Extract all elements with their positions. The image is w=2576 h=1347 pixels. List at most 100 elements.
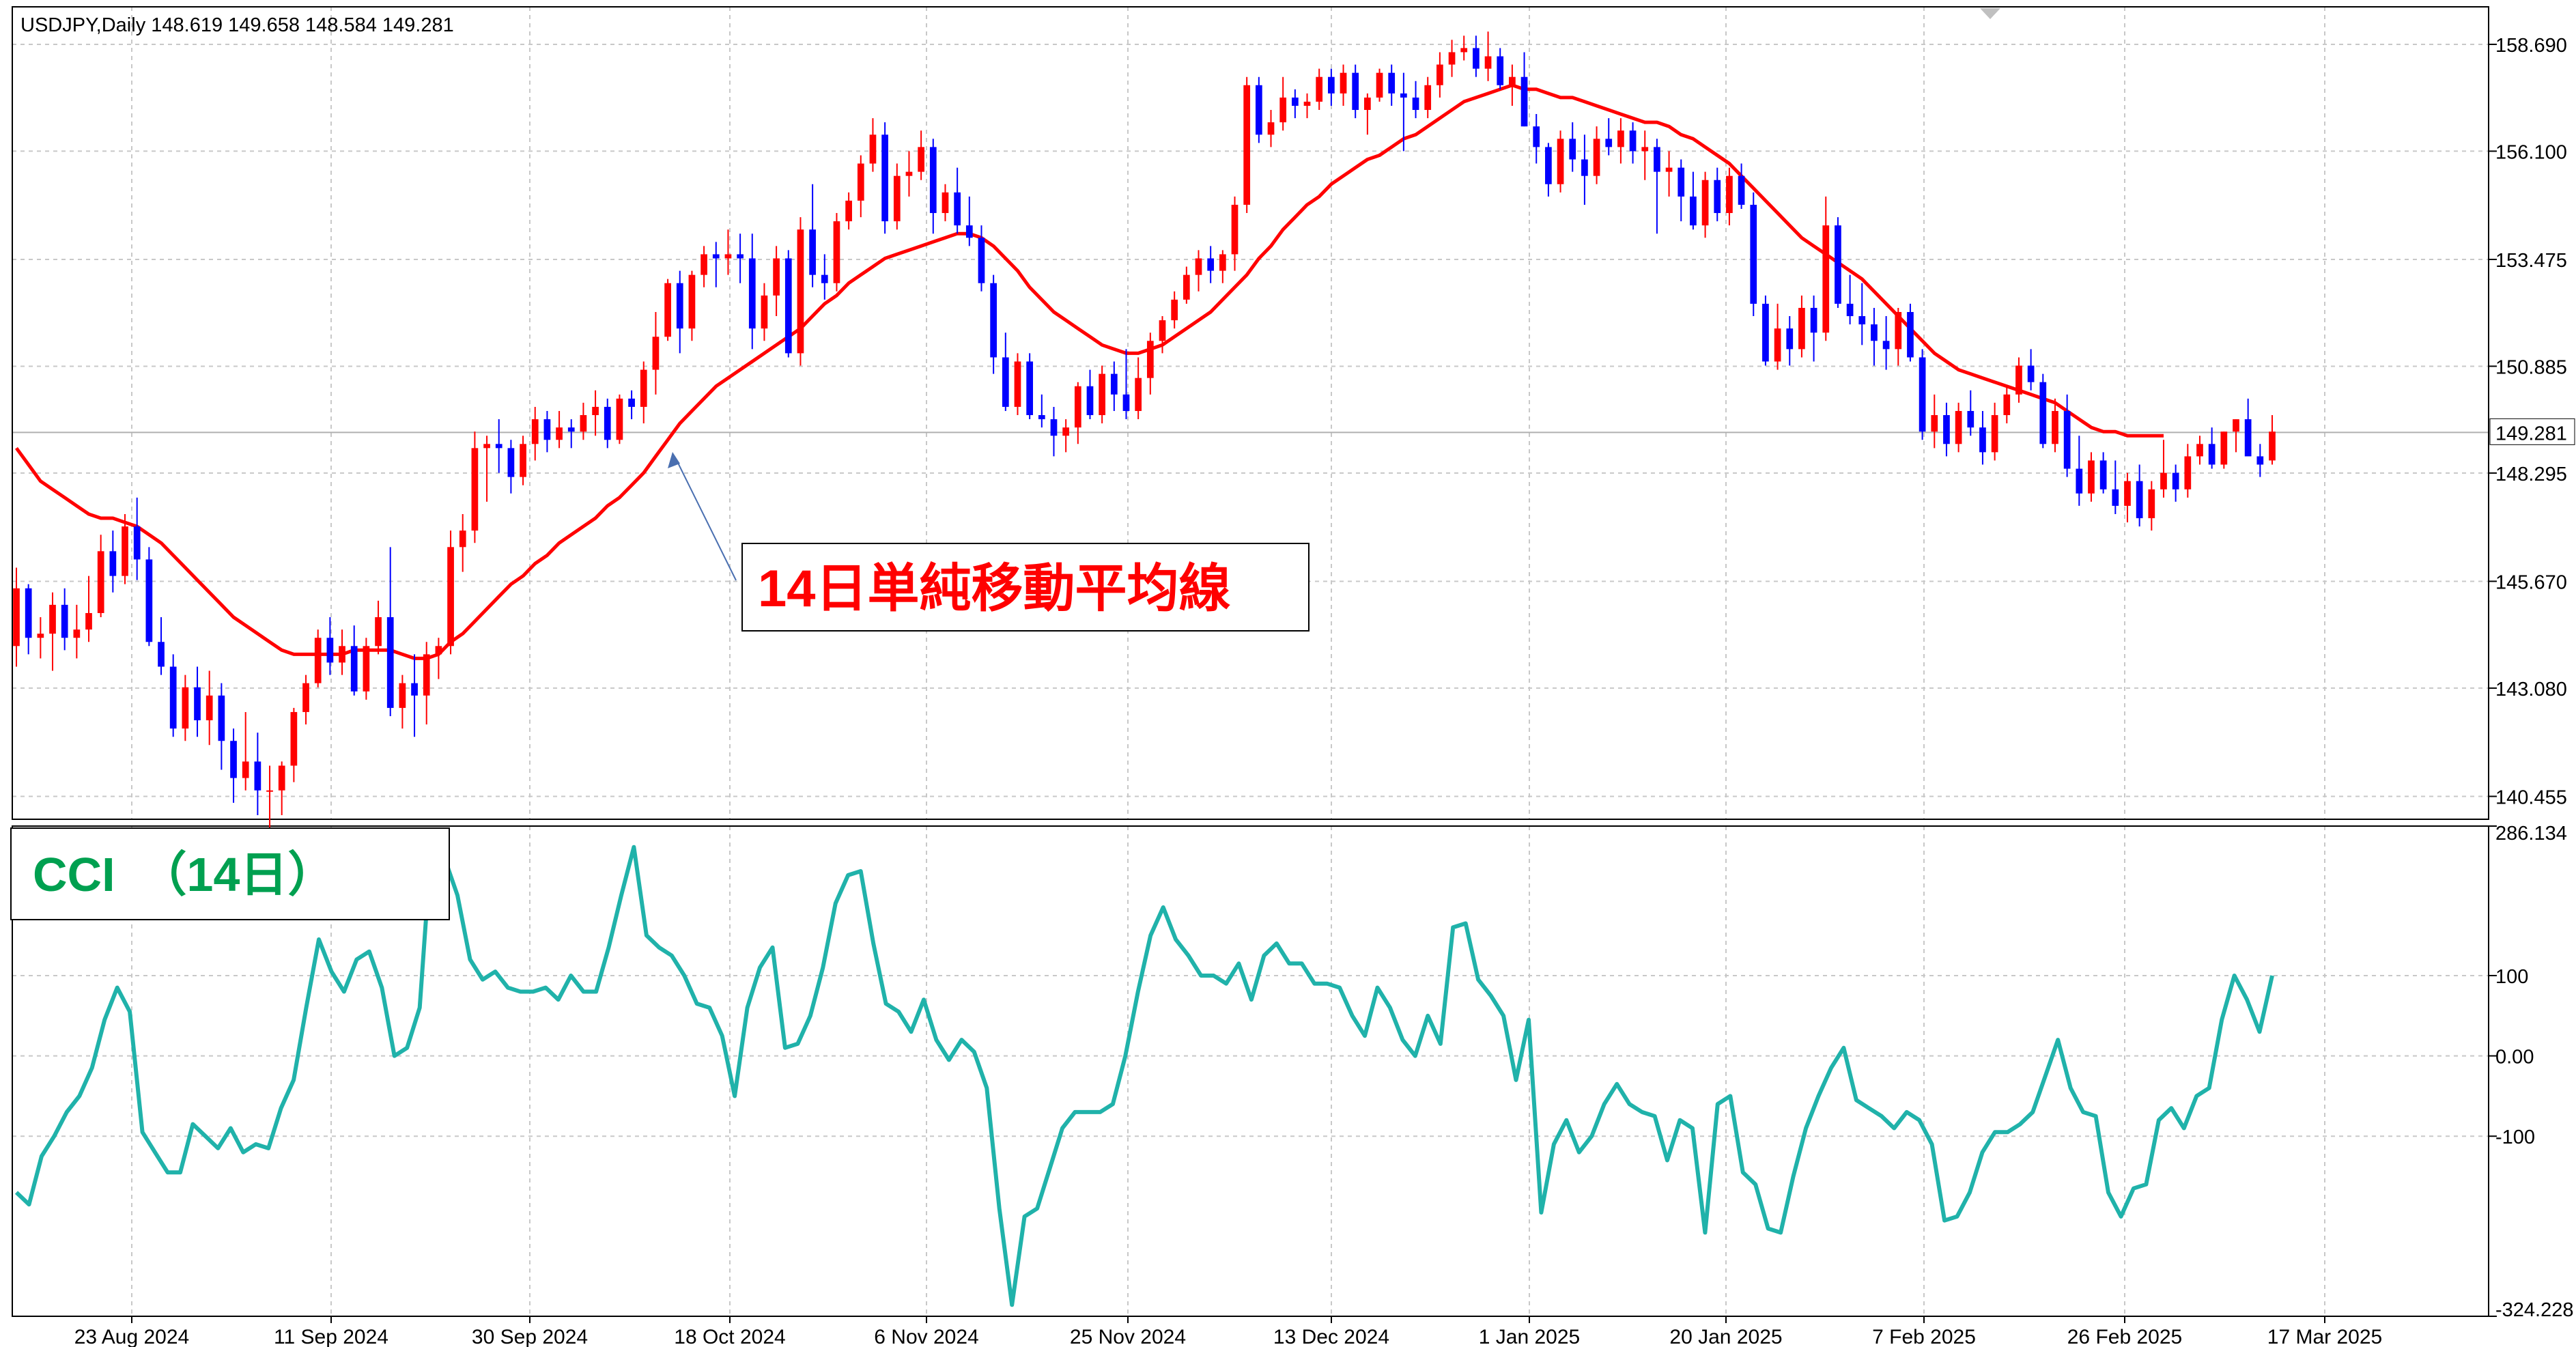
price-tick-label: 153.475	[2495, 250, 2567, 272]
candle-body	[809, 229, 816, 275]
candle-body	[2172, 472, 2179, 490]
candle-body	[435, 646, 442, 655]
candle-body	[73, 629, 81, 638]
candle-body	[965, 225, 973, 238]
candle-body	[1099, 373, 1106, 416]
price-tick-label: 143.080	[2495, 679, 2567, 700]
candle-body	[1014, 361, 1021, 407]
candle-body	[483, 444, 490, 449]
candle-body	[628, 398, 635, 407]
candle-body	[1352, 72, 1359, 111]
date-tick-label: 30 Sep 2024	[472, 1326, 588, 1347]
annotation-arrow-icon	[668, 452, 680, 468]
candle-body	[2099, 460, 2107, 490]
candle-body	[1183, 274, 1190, 300]
candle-body	[507, 448, 515, 477]
candle-body	[1219, 254, 1226, 271]
candle-body	[1086, 386, 1094, 416]
candle-body	[1026, 361, 1034, 416]
candle-body	[905, 171, 913, 176]
candle-body	[2027, 365, 2035, 382]
candle-body	[1701, 180, 1709, 226]
candle-body	[761, 295, 768, 329]
candle-body	[821, 274, 828, 283]
candle-body	[1919, 357, 1926, 432]
candle-body	[471, 448, 479, 531]
candle-body	[869, 134, 877, 164]
candle-body	[158, 642, 165, 667]
candle-body	[1943, 415, 1950, 444]
cci-tick-label: 0.00	[2495, 1047, 2534, 1068]
candle-body	[616, 398, 623, 440]
text-layer: USDJPY,Daily 148.619 149.658 148.584 149…	[10, 14, 1310, 920]
candle-body	[531, 419, 539, 444]
candle-body	[1195, 258, 1202, 275]
candle-body	[978, 238, 985, 283]
candle-body	[520, 444, 526, 477]
candle-body	[1412, 97, 1419, 111]
price-tick-label: 150.885	[2495, 356, 2567, 378]
date-tick-label: 13 Dec 2024	[1273, 1326, 1389, 1347]
candle-body	[2076, 468, 2083, 494]
candle-body	[2256, 456, 2264, 465]
candle-body	[2003, 394, 2011, 416]
candle-body	[1907, 312, 1914, 358]
candle-body	[580, 415, 587, 432]
candle-body	[218, 695, 225, 741]
candle-body	[1979, 427, 1986, 453]
candle-body	[290, 711, 298, 766]
candle-body	[1882, 341, 1890, 350]
candle-body	[1629, 130, 1637, 152]
candle-body	[447, 547, 454, 647]
price-tick-label: 158.690	[2495, 35, 2567, 57]
candle-body	[1436, 64, 1443, 85]
candle-body	[350, 646, 358, 692]
date-tick-label: 7 Feb 2025	[1872, 1326, 1976, 1347]
candle-body	[399, 683, 406, 708]
candle-body	[592, 406, 599, 416]
candle-body	[604, 406, 611, 440]
candle-body	[1557, 139, 1564, 184]
candle-body	[1786, 328, 1794, 350]
candle-body	[122, 526, 128, 576]
candle-body	[1062, 427, 1070, 436]
candle-body	[2208, 444, 2216, 465]
symbol-header: USDJPY,Daily 148.619 149.658 148.584 149…	[20, 14, 454, 36]
candle-body	[206, 695, 213, 721]
candle-body	[242, 761, 249, 778]
candle-body	[1835, 225, 1841, 304]
candle-body	[2184, 456, 2192, 490]
candle-body	[2244, 419, 2252, 457]
candle-body	[954, 192, 961, 226]
price-tick-label: 148.295	[2495, 464, 2567, 485]
price-tick-label: 145.670	[2495, 571, 2567, 593]
candle-body	[230, 741, 237, 778]
candle-body	[893, 175, 901, 222]
candle-body	[1364, 97, 1371, 111]
candle-body	[1520, 76, 1528, 127]
candle-body	[495, 444, 503, 449]
candle-body	[375, 617, 382, 647]
candle-body	[1328, 76, 1335, 94]
candle-body	[423, 654, 430, 696]
candle-body	[1955, 410, 1962, 444]
annotation-text: 14日単純移動平均線	[758, 560, 1231, 618]
candle-body	[1533, 126, 1540, 147]
price-tick-label: 140.455	[2495, 786, 2567, 808]
candle-body	[652, 337, 660, 370]
candle-body	[1473, 48, 1480, 69]
candle-body	[1002, 357, 1009, 407]
candle-body	[2148, 489, 2155, 519]
candle-body	[676, 283, 683, 329]
candle-body	[2124, 481, 2131, 506]
cci-title: CCI （14日）	[33, 848, 335, 901]
candle-body	[664, 283, 671, 337]
cci-tick-label: 286.134	[2495, 823, 2567, 845]
candle-body	[61, 604, 68, 638]
date-tick-label: 18 Oct 2024	[674, 1326, 785, 1347]
axis-layer: 158.690 156.100 153.475 150.885 148.295 145.6…	[74, 35, 2575, 1347]
candle-body	[1714, 180, 1721, 214]
candle-body	[85, 612, 92, 630]
candle-body	[2112, 489, 2119, 506]
candle-body	[1509, 76, 1516, 85]
